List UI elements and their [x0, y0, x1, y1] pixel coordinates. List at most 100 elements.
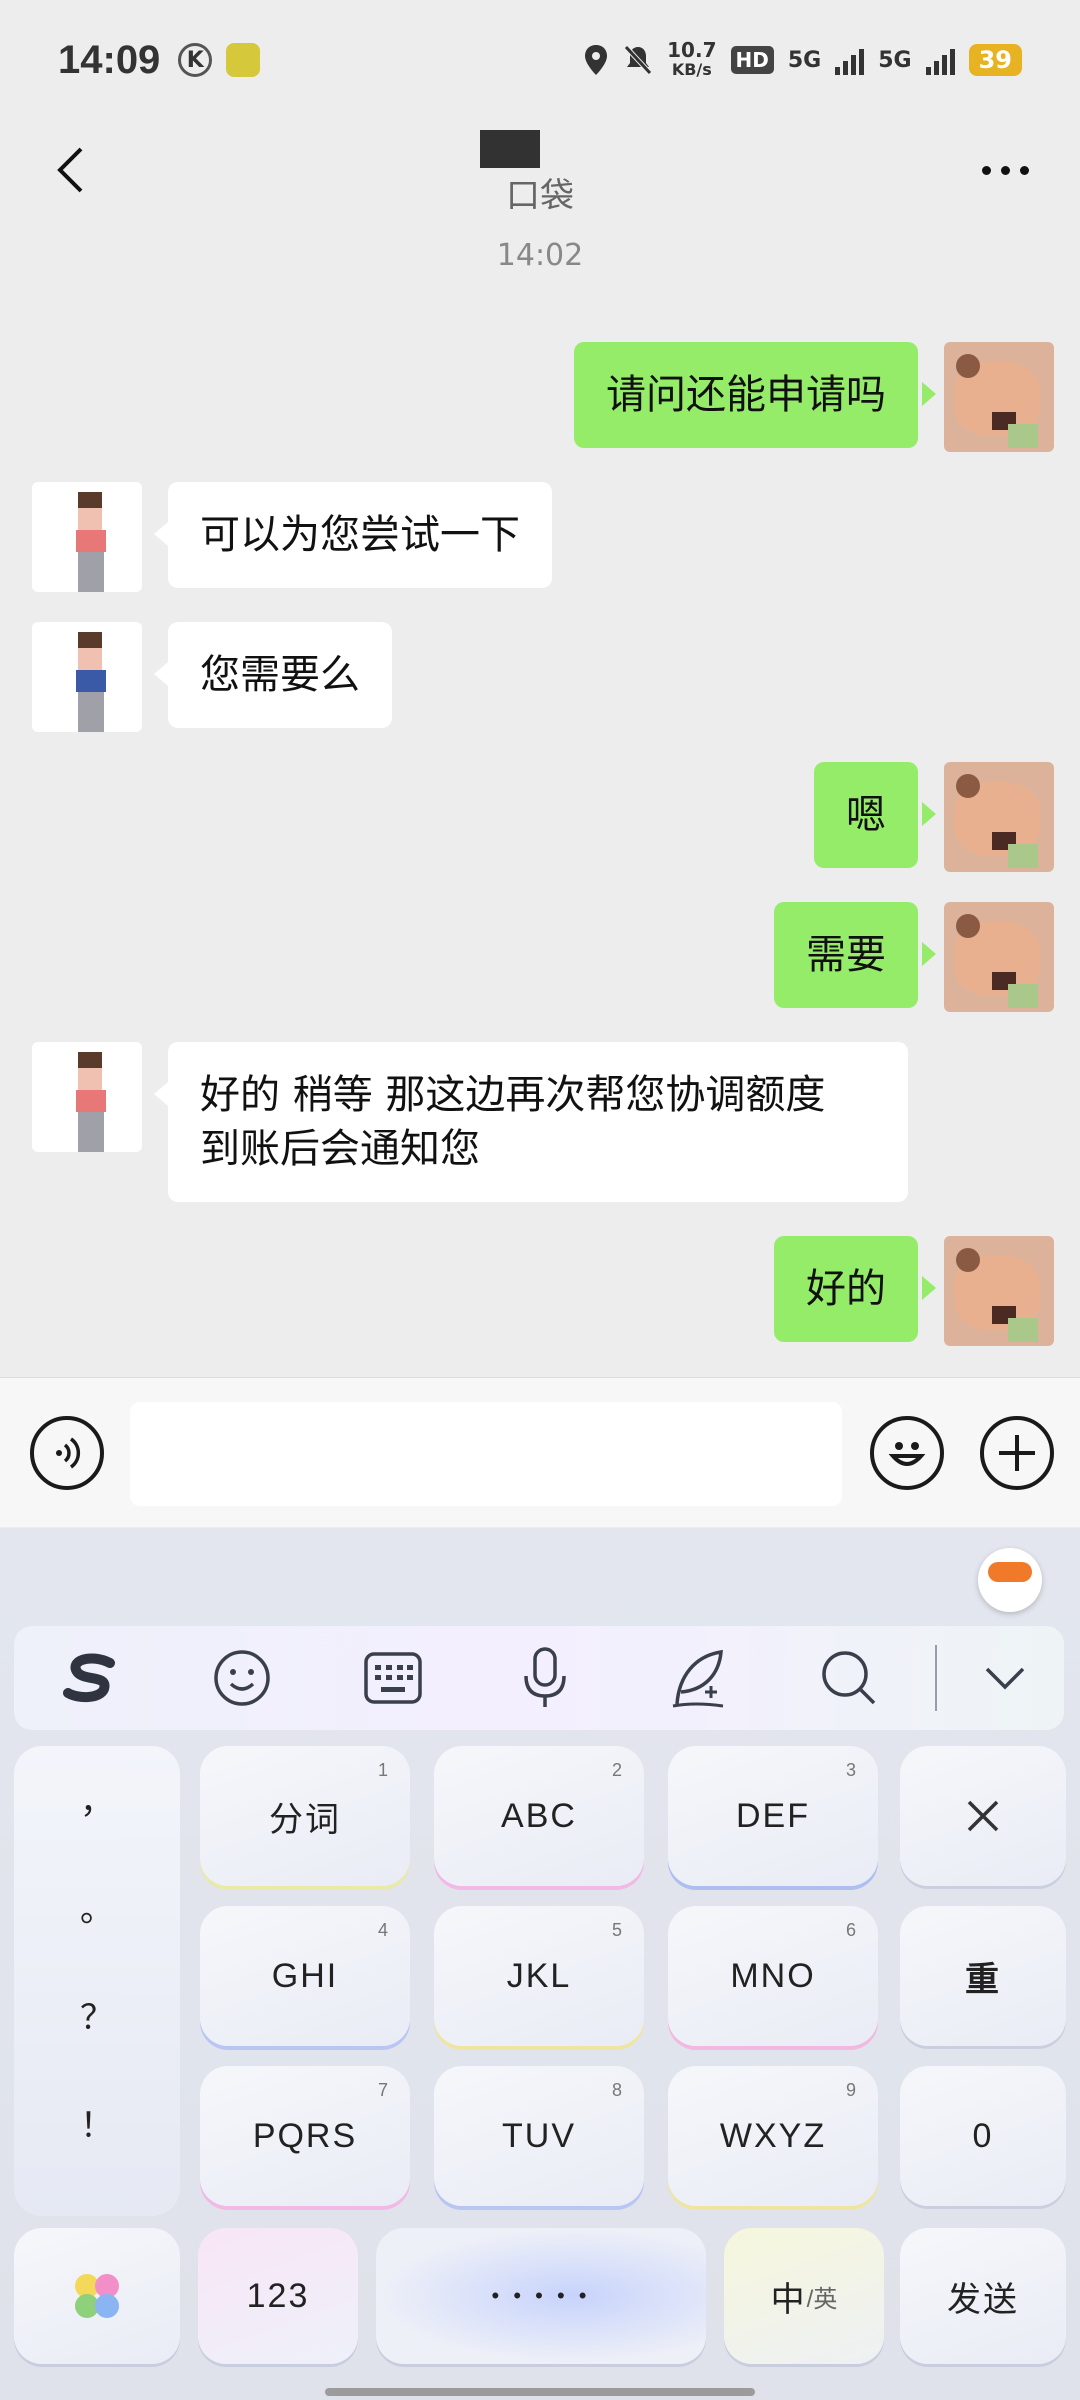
message-bubble[interactable]: 好的 稍等 那这边再次帮您协调额度 到账后会通知您 [154, 1042, 908, 1202]
message-input[interactable] [130, 1402, 842, 1506]
battery-icon: 39 [968, 44, 1022, 76]
key-label: DEF [736, 1796, 810, 1835]
contact-avatar[interactable] [32, 482, 142, 592]
home-indicator[interactable] [325, 2388, 755, 2396]
message-received[interactable]: 好的 稍等 那这边再次帮您协调额度 到账后会通知您 [32, 1042, 908, 1202]
key-number: 1 [377, 1760, 388, 1780]
input-bar [0, 1377, 1080, 1527]
voice-button[interactable] [30, 1416, 104, 1490]
handwriting-tool-button[interactable] [621, 1626, 773, 1730]
message-received[interactable]: 可以为您尝试一下 [32, 482, 552, 592]
message-sent[interactable]: 请问还能申请吗 [574, 342, 1054, 452]
contact-avatar[interactable] [32, 622, 142, 732]
key-number: 8 [611, 2080, 622, 2100]
status-time: 14:09 [58, 37, 161, 82]
message-sent[interactable]: 嗯 [814, 762, 1054, 872]
key-number: 7 [377, 2080, 388, 2100]
key-label: PQRS [252, 2116, 358, 2155]
key-label: WXYZ [719, 2116, 827, 2155]
mute-bell-icon [624, 45, 652, 75]
signal-2-icon [925, 45, 955, 75]
search-icon [821, 1651, 875, 1705]
send-key[interactable]: 发送 [900, 2228, 1066, 2364]
key-9[interactable]: WXYZ 9 [668, 2066, 878, 2206]
key-5[interactable]: JKL 5 [434, 1906, 644, 2046]
collapse-icon [986, 1667, 1025, 1690]
message-bubble[interactable]: 嗯 [814, 762, 936, 868]
net-speed-value: 10.7 [667, 38, 717, 62]
voice-tool-button[interactable] [469, 1626, 621, 1730]
apps-key[interactable] [14, 2228, 180, 2364]
emoji-tool-button[interactable] [166, 1626, 318, 1730]
punct-key-question[interactable]: ？ [14, 1990, 180, 2039]
key-number: 6 [845, 1920, 856, 1940]
more-functions-button[interactable] [980, 1416, 1054, 1490]
lang-main-label: 中 [770, 2280, 807, 2319]
k-badge-icon: K [178, 43, 213, 77]
toolbar-divider [934, 1645, 937, 1711]
backspace-key[interactable] [900, 1746, 1066, 1886]
key-label: TUV [502, 2116, 576, 2155]
message-sent[interactable]: 好的 [774, 1236, 1054, 1346]
key-label: GHI [271, 1956, 339, 1995]
search-tool-button[interactable] [773, 1626, 925, 1730]
message-bubble[interactable]: 可以为您尝试一下 [154, 482, 552, 588]
key-label: ABC [501, 1796, 577, 1835]
message-sent[interactable]: 需要 [774, 902, 1054, 1012]
contact-avatar[interactable] [32, 1042, 142, 1152]
my-avatar[interactable] [944, 762, 1054, 872]
emoji-button[interactable] [870, 1416, 944, 1490]
language-toggle-key[interactable]: 中/英 [724, 2228, 884, 2364]
key-number: 4 [377, 1920, 388, 1940]
emoji-icon [888, 1442, 926, 1466]
key-number: 5 [611, 1920, 622, 1940]
message-bubble[interactable]: 需要 [774, 902, 936, 1008]
my-avatar[interactable] [944, 1236, 1054, 1346]
sim2-label: 5G [878, 47, 912, 73]
microphone-icon [524, 1647, 566, 1707]
message-received[interactable]: 您需要么 [32, 622, 392, 732]
key-7[interactable]: PQRS 7 [200, 2066, 410, 2206]
key-3[interactable]: DEF 3 [668, 1746, 878, 1886]
key-number: 2 [611, 1760, 622, 1780]
more-button[interactable] [970, 140, 1040, 200]
space-key[interactable]: • • • • • [376, 2228, 706, 2364]
keyboard-tool-button[interactable] [318, 1626, 470, 1730]
key-1[interactable]: 分词 1 [200, 1746, 410, 1886]
key-label: 分词 [269, 1800, 341, 1839]
sim1-label: 5G [787, 47, 822, 73]
key-2[interactable]: ABC 2 [434, 1746, 644, 1886]
punctuation-column: ， 。 ？ ！ [14, 1746, 180, 2216]
ime-keyboard: ， 。 ？ ！ 分词 1 ABC 2 DEF 3 GHI 4 JKL 5 MNO 6 重 P… [0, 1528, 1080, 2400]
number-mode-key[interactable]: 123 [198, 2228, 358, 2364]
message-bubble[interactable]: 好的 [774, 1236, 936, 1342]
key-label: JKL [506, 1956, 572, 1995]
keyboard-toolbar [14, 1626, 1064, 1730]
flower-apps-icon [75, 2274, 119, 2318]
zero-key[interactable]: 0 [900, 2066, 1066, 2206]
status-bar: 14:09 K 10.7 KB/s HD 5G 5G 39 [0, 0, 1080, 120]
key-8[interactable]: TUV 8 [434, 2066, 644, 2206]
message-bubble[interactable]: 您需要么 [154, 622, 392, 728]
punct-key-comma[interactable]: ， [14, 1774, 180, 1823]
my-avatar[interactable] [944, 902, 1054, 1012]
ime-mascot-icon[interactable] [978, 1548, 1042, 1612]
sogou-logo-button[interactable] [14, 1626, 166, 1730]
collapse-keyboard-button[interactable] [947, 1626, 1064, 1730]
time-divider: 14:02 [496, 238, 584, 273]
message-bubble[interactable]: 请问还能申请吗 [574, 342, 936, 448]
key-label: MNO [730, 1956, 816, 1995]
key-number: 9 [845, 2080, 856, 2100]
keyboard-icon [364, 1652, 423, 1704]
voice-icon [56, 1437, 81, 1469]
reenter-key[interactable]: 重 [900, 1906, 1066, 2046]
app-notification-icon [226, 43, 261, 77]
lang-sub-label: /英 [806, 2285, 838, 2313]
my-avatar[interactable] [944, 342, 1054, 452]
punct-key-exclaim[interactable]: ！ [14, 2098, 180, 2147]
punct-key-period[interactable]: 。 [14, 1882, 180, 1931]
key-6[interactable]: MNO 6 [668, 1906, 878, 2046]
emoji-icon [213, 1650, 270, 1706]
redacted-name-mask [480, 130, 540, 168]
key-4[interactable]: GHI 4 [200, 1906, 410, 2046]
